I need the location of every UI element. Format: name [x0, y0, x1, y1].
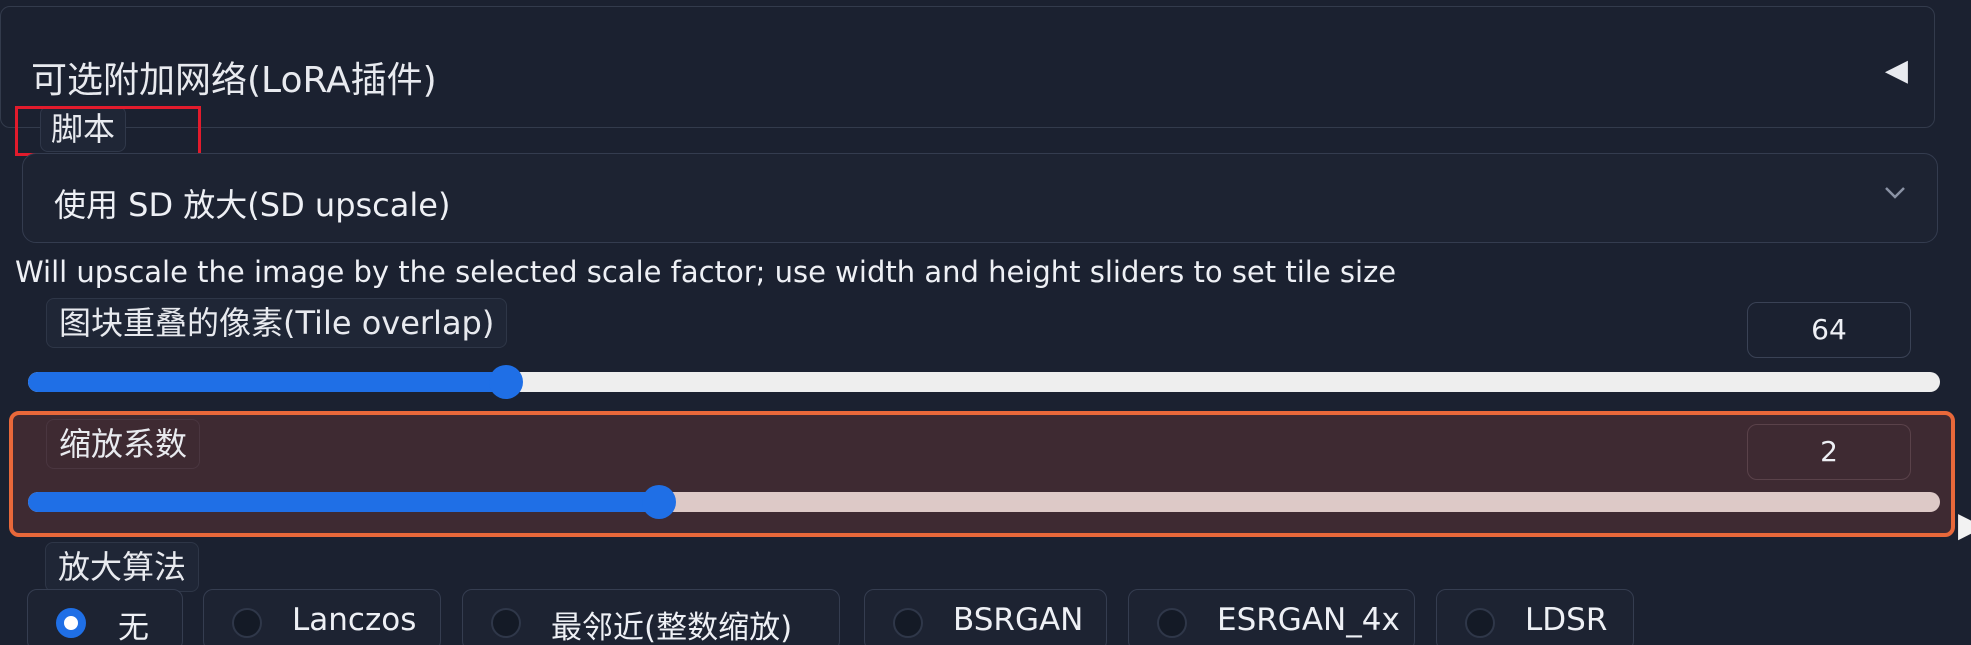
- tile-overlap-slider-fill: [28, 372, 506, 392]
- upscaler-option-label: 无: [118, 610, 149, 645]
- scale-factor-highlight: [9, 411, 1955, 537]
- tile-overlap-number-input[interactable]: 64: [1747, 302, 1911, 358]
- upscaler-option-label: Lanczos: [292, 602, 417, 638]
- chevron-down-icon: [1885, 187, 1905, 199]
- script-dropdown[interactable]: 使用 SD 放大(SD upscale): [22, 153, 1938, 243]
- scale-factor-slider-thumb[interactable]: [641, 485, 676, 519]
- radio-unchecked-icon: [1157, 608, 1187, 638]
- upscaler-option-lanczos[interactable]: Lanczos: [203, 589, 441, 645]
- radio-unchecked-icon: [1465, 608, 1495, 638]
- script-dropdown-value: 使用 SD 放大(SD upscale): [54, 186, 451, 224]
- upscaler-option-nearest[interactable]: 最邻近(整数缩放): [462, 589, 840, 645]
- scale-factor-label: 缩放系数: [46, 419, 201, 469]
- mouse-cursor-icon: ▶: [1958, 505, 1971, 545]
- upscaler-option-ldsr[interactable]: LDSR: [1436, 589, 1634, 645]
- tile-overlap-label: 图块重叠的像素(Tile overlap): [46, 298, 508, 348]
- stable-diffusion-script-panel: 可选附加网络(LoRA插件) ◀ 脚本 使用 SD 放大(SD upscale)…: [0, 0, 1971, 645]
- script-label-highlight: [15, 106, 201, 156]
- lora-accordion[interactable]: 可选附加网络(LoRA插件) ◀: [0, 6, 1935, 128]
- radio-unchecked-icon: [232, 608, 262, 638]
- upscaler-option-bsrgan[interactable]: BSRGAN: [864, 589, 1107, 645]
- upscaler-label: 放大算法: [45, 542, 200, 592]
- scale-factor-slider[interactable]: [28, 485, 1940, 519]
- upscaler-option-none[interactable]: 无: [27, 589, 183, 645]
- upscaler-option-label: LDSR: [1525, 602, 1608, 638]
- tile-overlap-slider-thumb[interactable]: [489, 365, 523, 399]
- radio-unchecked-icon: [491, 608, 521, 638]
- radio-unchecked-icon: [893, 608, 923, 638]
- radio-checked-icon: [56, 608, 86, 638]
- script-description: Will upscale the image by the selected s…: [15, 255, 1397, 289]
- scale-factor-slider-fill: [28, 492, 659, 512]
- scale-factor-number-input[interactable]: 2: [1747, 424, 1911, 480]
- upscaler-option-label: ESRGAN_4x: [1217, 602, 1400, 638]
- lora-accordion-title: 可选附加网络(LoRA插件): [31, 60, 437, 101]
- collapse-arrow-icon[interactable]: ◀: [1885, 53, 1908, 88]
- upscaler-option-label: 最邻近(整数缩放): [551, 610, 793, 645]
- upscaler-option-label: BSRGAN: [953, 602, 1084, 638]
- tile-overlap-slider[interactable]: [28, 365, 1940, 399]
- upscaler-option-esrgan-4x[interactable]: ESRGAN_4x: [1128, 589, 1415, 645]
